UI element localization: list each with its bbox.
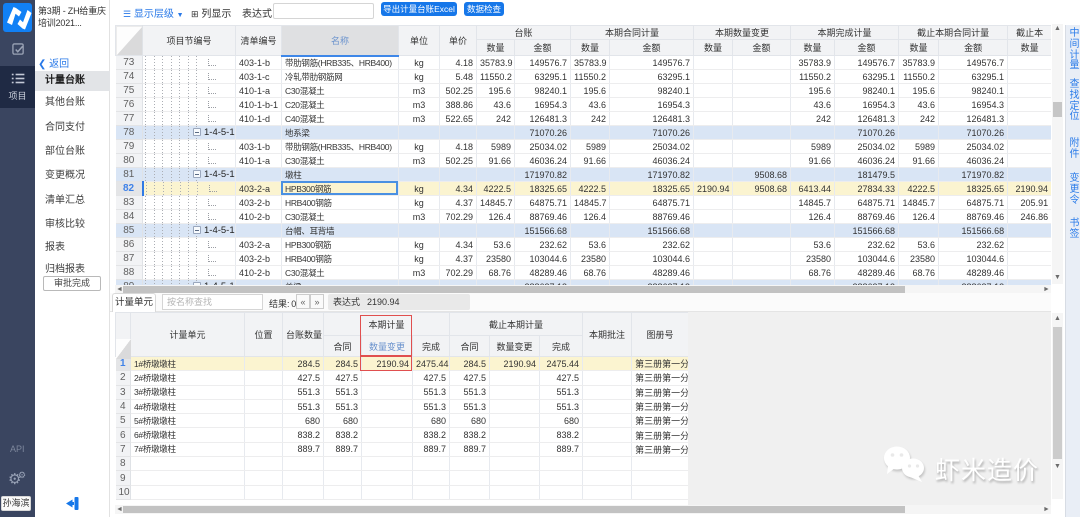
svg-text:⚙: ⚙	[18, 470, 26, 480]
